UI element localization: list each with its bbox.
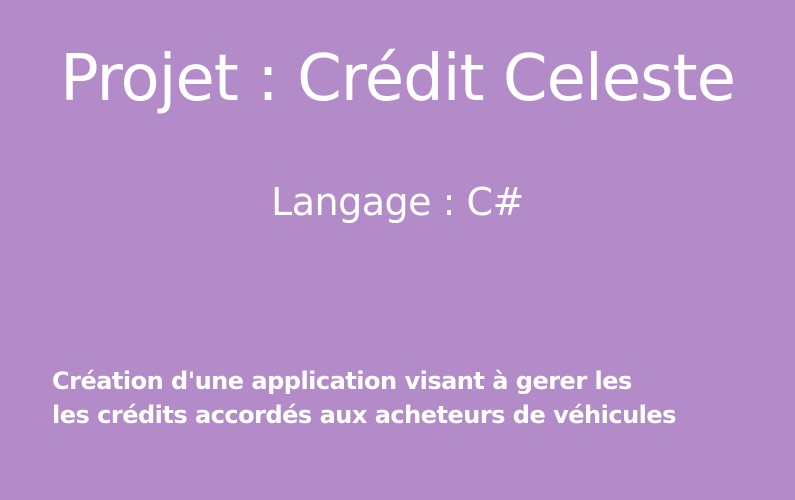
language-subtitle: Langage : C#	[271, 180, 524, 224]
slide: Projet : Crédit Celeste Langage : C# Cré…	[0, 0, 795, 500]
project-title: Projet : Crédit Celeste	[60, 42, 736, 116]
description-line-1: Création d'une application visant à gere…	[52, 367, 632, 395]
description-line-2: les crédits accordés aux acheteurs de vé…	[52, 401, 676, 429]
project-description: Création d'une application visant à gere…	[52, 364, 772, 432]
